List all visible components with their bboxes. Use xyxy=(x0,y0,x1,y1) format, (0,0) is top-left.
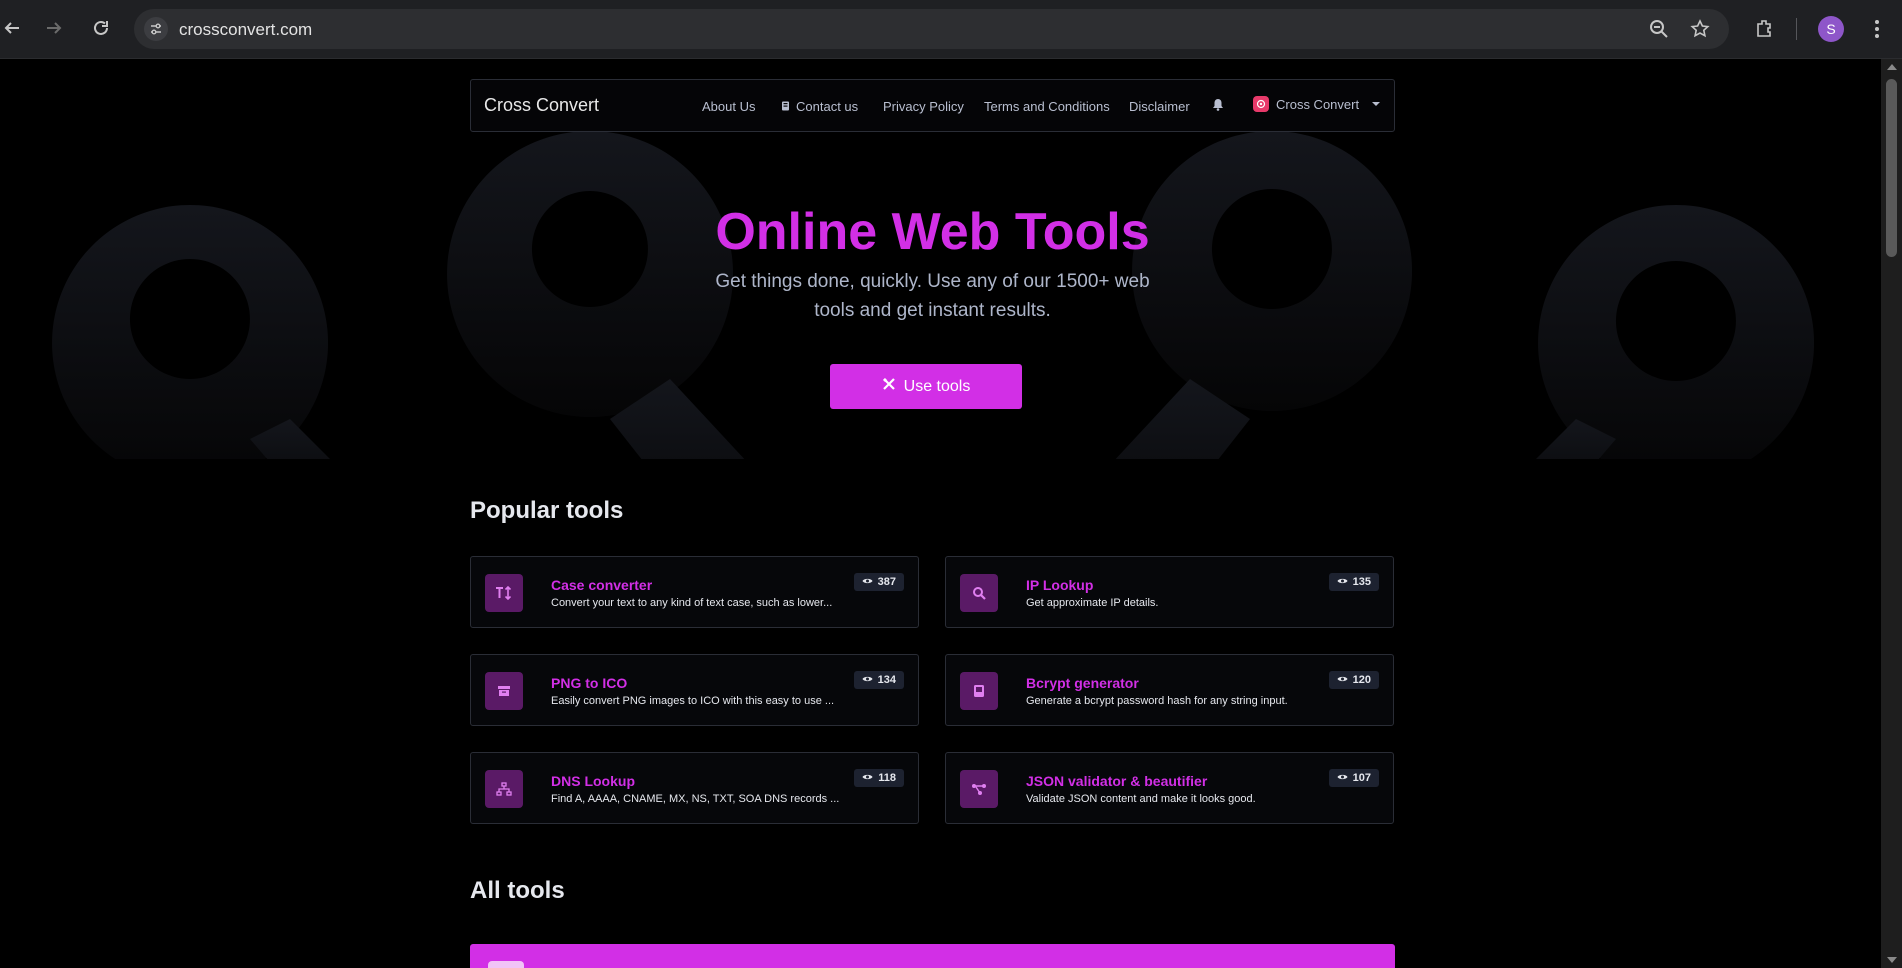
nav-privacy-link[interactable]: Privacy Policy xyxy=(883,99,964,114)
tool-description: Validate JSON content and make it looks … xyxy=(1026,793,1256,805)
view-count-badge: 387 xyxy=(853,573,904,591)
tool-card-dns-lookup[interactable]: DNS Lookup Find A, AAAA, CNAME, MX, NS, … xyxy=(470,752,919,824)
view-count-badge: 118 xyxy=(854,769,904,787)
reload-icon[interactable] xyxy=(87,14,115,42)
nav-contact-label: Contact us xyxy=(796,99,859,114)
hero-title: Online Web Tools xyxy=(715,203,1150,261)
page-content: Cross Convert About Us Contact us Privac… xyxy=(0,59,1881,968)
site-settings-icon[interactable] xyxy=(144,17,168,41)
notification-bell-icon[interactable] xyxy=(1212,98,1226,112)
branch-icon xyxy=(960,770,998,808)
nav-terms-link[interactable]: Terms and Conditions xyxy=(984,99,1110,114)
profile-name: Cross Convert xyxy=(1276,96,1360,112)
bookmark-star-icon[interactable] xyxy=(1688,17,1712,41)
zoom-icon[interactable] xyxy=(1647,17,1671,41)
popular-tools-heading: Popular tools xyxy=(470,497,624,524)
all-tools-heading: All tools xyxy=(470,877,565,904)
magnifier-icon xyxy=(960,574,998,612)
chevron-down-icon xyxy=(1372,102,1381,106)
scrollbar-thumb[interactable] xyxy=(1886,79,1897,257)
address-bar[interactable]: crossconvert.com xyxy=(134,9,1729,49)
site-navbar: Cross Convert About Us Contact us Privac… xyxy=(470,79,1395,132)
nav-disclaimer-link[interactable]: Disclaimer xyxy=(1129,99,1190,114)
tool-card-case-converter[interactable]: Case converter Convert your text to any … xyxy=(470,556,919,628)
nav-about-link[interactable]: About Us xyxy=(702,99,755,114)
page-scrollbar[interactable] xyxy=(1881,59,1902,968)
use-tools-label: Use tools xyxy=(903,377,971,395)
nav-contact-link[interactable]: Contact us xyxy=(781,99,858,114)
scroll-down-icon[interactable] xyxy=(1887,957,1897,963)
contact-icon xyxy=(781,99,790,114)
view-count-badge: 120 xyxy=(1328,671,1379,689)
back-icon[interactable] xyxy=(0,14,26,42)
eye-icon xyxy=(1337,576,1348,588)
tool-title[interactable]: JSON validator & beautifier xyxy=(1026,773,1207,789)
profile-avatar[interactable]: S xyxy=(1818,16,1844,42)
network-icon xyxy=(485,770,523,808)
tool-card-png-to-ico[interactable]: PNG to ICO Easily convert PNG images to … xyxy=(470,654,919,726)
all-tools-category-bar[interactable] xyxy=(470,944,1395,968)
url-text[interactable]: crossconvert.com xyxy=(179,20,312,40)
tool-title[interactable]: Bcrypt generator xyxy=(1026,675,1139,691)
profile-logo-icon xyxy=(1253,96,1269,112)
tool-title[interactable]: Case converter xyxy=(551,577,652,593)
tool-description: Generate a bcrypt password hash for any … xyxy=(1026,695,1288,707)
hero-subtitle: Get things done, quickly. Use any of our… xyxy=(715,271,1150,321)
tools-icon xyxy=(882,377,896,396)
archive-icon xyxy=(485,672,523,710)
tool-title[interactable]: DNS Lookup xyxy=(551,773,635,789)
scroll-up-icon[interactable] xyxy=(1887,64,1897,70)
tool-description: Get approximate IP details. xyxy=(1026,597,1159,609)
tool-card-json-validator[interactable]: JSON validator & beautifier Validate JSO… xyxy=(945,752,1394,824)
tool-description: Easily convert PNG images to ICO with th… xyxy=(551,695,835,707)
brand-logo[interactable]: Cross Convert xyxy=(484,95,599,116)
browser-toolbar: crossconvert.com S xyxy=(0,0,1902,59)
view-count-badge: 107 xyxy=(1328,769,1379,787)
view-count-badge: 134 xyxy=(853,671,904,689)
tool-description: Convert your text to any kind of text ca… xyxy=(551,597,833,609)
tool-title[interactable]: IP Lookup xyxy=(1026,577,1093,593)
tool-card-bcrypt-generator[interactable]: Bcrypt generator Generate a bcrypt passw… xyxy=(945,654,1394,726)
eye-icon xyxy=(862,772,873,784)
extensions-icon[interactable] xyxy=(1752,16,1776,40)
view-count: 118 xyxy=(878,772,896,784)
view-count: 107 xyxy=(1352,772,1371,784)
browser-menu-icon[interactable] xyxy=(1865,16,1889,42)
category-icon xyxy=(488,961,524,968)
eye-icon xyxy=(1337,674,1348,686)
eye-icon xyxy=(862,674,873,686)
use-tools-button[interactable]: Use tools xyxy=(830,364,1022,409)
toolbar-divider xyxy=(1796,18,1797,40)
book-icon xyxy=(960,672,998,710)
view-count: 134 xyxy=(877,674,896,686)
view-count-badge: 135 xyxy=(1328,573,1379,591)
tool-title[interactable]: PNG to ICO xyxy=(551,675,627,691)
forward-icon[interactable] xyxy=(40,14,68,42)
view-count: 135 xyxy=(1352,576,1371,588)
tool-card-ip-lookup[interactable]: IP Lookup Get approximate IP details. 13… xyxy=(945,556,1394,628)
view-count: 120 xyxy=(1352,674,1371,686)
text-case-icon xyxy=(485,574,523,612)
profile-dropdown[interactable]: Cross Convert xyxy=(1253,96,1381,112)
tool-description: Find A, AAAA, CNAME, MX, NS, TXT, SOA DN… xyxy=(551,793,840,805)
view-count: 387 xyxy=(877,576,896,588)
eye-icon xyxy=(862,576,873,588)
eye-icon xyxy=(1337,772,1348,784)
